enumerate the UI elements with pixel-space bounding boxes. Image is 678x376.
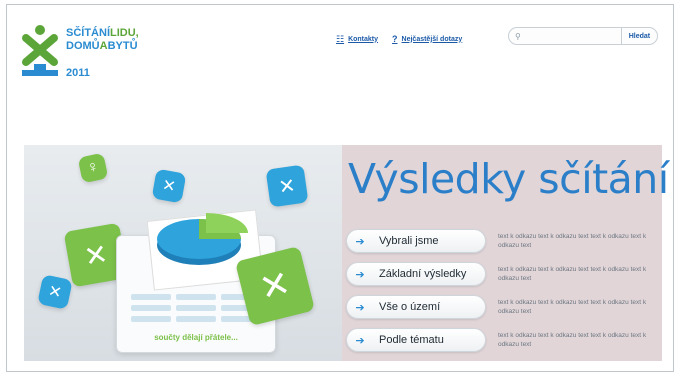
tile-person-icon: ✕ <box>265 164 309 208</box>
contacts-link[interactable]: ☷ Kontakty <box>336 34 378 45</box>
menu-item-description: text k odkazu text k odkazu text text k … <box>498 266 647 282</box>
menu-item-description: text k odkazu text k odkazu text text k … <box>498 233 647 249</box>
faq-link-label: Nejčastější dotazy <box>401 35 463 43</box>
menu-item-label: Podle tématu <box>379 334 444 346</box>
search-box: ⚲ Hledat <box>508 27 658 45</box>
menu-item-description: text k odkazu text k odkazu text text k … <box>498 299 647 315</box>
page-title: Výsledky sčítání <box>348 155 669 203</box>
top-links: ☷ Kontakty ? Nejčastější dotazy <box>336 30 462 48</box>
results-panel: Výsledky sčítání ➔ Vybrali jsme text k o… <box>342 145 669 361</box>
contacts-icon: ☷ <box>336 33 345 44</box>
vybrali-jsme-button[interactable]: ➔ Vybrali jsme <box>346 229 486 253</box>
menu-row: ➔ Vybrali jsme text k odkazu text k odka… <box>346 228 658 254</box>
vse-o-uzemi-button[interactable]: ➔ Vše o území <box>346 295 486 319</box>
menu-row: ➔ Podle tématu text k odkazu text k odka… <box>346 327 658 353</box>
question-icon: ? <box>392 34 398 44</box>
results-banner: ♀ ✕ ✕ ✕ ✕ součty dělají přátele... ✕ Výs… <box>24 145 669 361</box>
menu-row: ➔ Vše o území text k odkazu text k odkaz… <box>346 294 658 320</box>
tile-large-cross-icon: ✕ <box>234 245 316 327</box>
menu-row: ➔ Základní výsledky text k odkazu text k… <box>346 261 658 287</box>
search-input[interactable] <box>524 29 621 43</box>
logo-wordmark: SČÍTÁNÍLIDU, DOMŮABYTŮ <box>66 27 139 53</box>
menu-item-label: Vybrali jsme <box>379 235 439 247</box>
logo-word-bytu: BYTŮ <box>107 40 138 52</box>
menu-item-label: Základní výsledky <box>379 268 467 280</box>
search-button[interactable]: Hledat <box>622 33 657 40</box>
logo-year: 2011 <box>66 67 90 79</box>
table-illustration <box>131 294 261 322</box>
tile-small-cross-icon: ✕ <box>37 274 73 310</box>
zakladni-vysledky-button[interactable]: ➔ Základní výsledky <box>346 262 486 286</box>
tile-female-icon: ♀ <box>77 152 109 184</box>
census-logo-icon <box>22 25 58 76</box>
arrow-right-icon: ➔ <box>355 235 365 248</box>
menu-item-description: text k odkazu text k odkazu text text k … <box>498 332 647 348</box>
census-logo[interactable]: SČÍTÁNÍLIDU, DOMŮABYTŮ 2011 <box>20 24 170 104</box>
logo-word-domu: DOMŮ <box>66 40 100 52</box>
podle-tematu-button[interactable]: ➔ Podle tématu <box>346 328 486 352</box>
arrow-right-icon: ➔ <box>355 334 365 347</box>
faq-link[interactable]: ? Nejčastější dotazy <box>392 34 462 44</box>
logo-word-a: A <box>99 40 108 52</box>
search-icon: ⚲ <box>515 31 521 41</box>
arrow-right-icon: ➔ <box>355 301 365 314</box>
illustration-caption: součty dělají přátele... <box>154 333 238 342</box>
menu-item-label: Vše o území <box>379 301 441 313</box>
tile-cross-icon: ✕ <box>151 168 187 204</box>
logo-word-scitani: SČÍTÁNÍ <box>66 27 110 39</box>
arrow-right-icon: ➔ <box>355 268 365 281</box>
contacts-link-label: Kontakty <box>348 35 379 43</box>
logo-word-lidu: LIDU, <box>110 27 139 39</box>
